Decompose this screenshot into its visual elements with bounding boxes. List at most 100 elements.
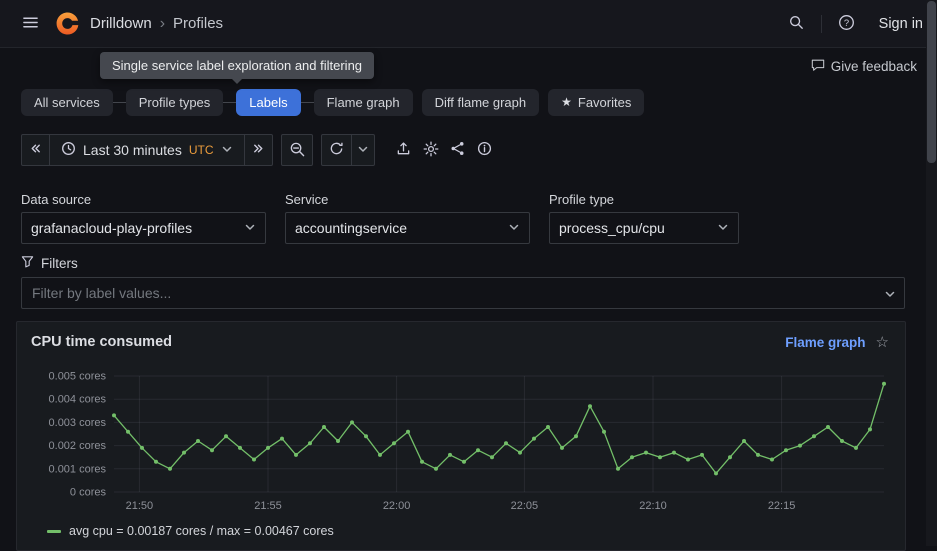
filters-header: Filters: [21, 255, 921, 271]
zoom-out-icon: [289, 141, 305, 160]
tab-label: Favorites: [578, 95, 631, 110]
svg-text:22:05: 22:05: [511, 500, 539, 512]
clock-icon: [61, 141, 76, 159]
timezone-label: UTC: [189, 143, 214, 157]
tab-all-services[interactable]: All services: [21, 89, 113, 116]
filters-label: Filters: [41, 256, 78, 271]
hamburger-icon: [22, 14, 39, 34]
refresh-icon: [329, 141, 344, 159]
nav-divider: [821, 15, 822, 33]
chevron-right-icon: ›: [160, 16, 165, 32]
filter-input[interactable]: [21, 277, 905, 309]
svg-text:22:00: 22:00: [383, 500, 411, 512]
export-button[interactable]: [391, 134, 417, 166]
double-chevron-right-icon: [252, 142, 265, 158]
profile-type-label: Profile type: [549, 192, 739, 207]
panel-title: CPU time consumed: [31, 334, 172, 350]
share-icon: [450, 141, 465, 159]
time-range-picker[interactable]: Last 30 minutes UTC: [49, 134, 245, 166]
svg-text:0.004 cores: 0.004 cores: [49, 394, 107, 406]
svg-text:?: ?: [844, 17, 849, 28]
svg-text:21:55: 21:55: [254, 500, 282, 512]
refresh-interval-dropdown[interactable]: [351, 134, 375, 166]
info-icon: [477, 141, 492, 159]
service-select[interactable]: accountingservice: [285, 212, 530, 244]
tab-connector: [223, 102, 236, 103]
sub-header-row: Single service label exploration and fil…: [0, 48, 937, 88]
scrollbar-thumb[interactable]: [927, 1, 936, 163]
tab-label: Profile types: [139, 95, 211, 110]
star-icon: ★: [561, 96, 572, 108]
favorite-star-icon[interactable]: ☆: [876, 335, 889, 350]
flame-graph-link[interactable]: Flame graph: [785, 335, 865, 350]
profile-type-value: process_cpu/cpu: [559, 220, 665, 236]
comment-icon: [811, 58, 825, 75]
time-toolbar: Last 30 minutes UTC: [21, 134, 921, 166]
service-label: Service: [285, 192, 530, 207]
chevron-down-icon: [244, 220, 256, 236]
cpu-time-panel: CPU time consumed Flame graph ☆ 0.005 co…: [16, 321, 906, 551]
profile-type-select[interactable]: process_cpu/cpu: [549, 212, 739, 244]
cpu-time-chart[interactable]: 0.005 cores 0.004 cores 0.003 cores 0.002 c…: [30, 352, 892, 522]
chevron-down-icon: [508, 220, 520, 236]
tab-connector: [113, 102, 126, 103]
help-icon: ?: [838, 14, 855, 34]
data-source-select[interactable]: grafanacloud-play-profiles: [21, 212, 266, 244]
filter-input-wrap: [21, 277, 905, 309]
chevron-down-icon: [357, 143, 369, 158]
data-source-value: grafanacloud-play-profiles: [31, 220, 192, 236]
tab-profile-types[interactable]: Profile types: [126, 89, 224, 116]
panel-header: CPU time consumed Flame graph ☆: [17, 322, 905, 352]
tab-label: Labels: [249, 95, 287, 110]
breadcrumb-drilldown[interactable]: Drilldown: [90, 15, 152, 32]
legend-text: avg cpu = 0.00187 cores / max = 0.00467 …: [69, 524, 334, 538]
svg-text:0.005 cores: 0.005 cores: [49, 371, 107, 383]
svg-text:0 cores: 0 cores: [70, 487, 107, 499]
time-shift-back-button[interactable]: [21, 134, 50, 166]
breadcrumb: Drilldown › Profiles: [90, 15, 223, 32]
svg-text:0.001 cores: 0.001 cores: [49, 463, 107, 475]
labels-tooltip: Single service label exploration and fil…: [100, 52, 374, 79]
tab-labels[interactable]: Labels: [236, 89, 300, 116]
tab-diff-flame-graph[interactable]: Diff flame graph: [422, 89, 540, 116]
time-range-label: Last 30 minutes: [83, 142, 182, 158]
svg-text:22:10: 22:10: [639, 500, 667, 512]
svg-text:0.003 cores: 0.003 cores: [49, 417, 107, 429]
time-shift-forward-button[interactable]: [244, 134, 273, 166]
settings-button[interactable]: [418, 134, 444, 166]
scrollbar[interactable]: [926, 0, 937, 546]
legend-series-swatch: [47, 530, 61, 533]
search-button[interactable]: [780, 8, 812, 40]
grafana-logo[interactable]: [54, 10, 81, 37]
svg-text:21:50: 21:50: [126, 500, 154, 512]
sign-in-link[interactable]: Sign in: [879, 16, 923, 32]
help-button[interactable]: ?: [831, 8, 863, 40]
query-controls: Data source grafanacloud-play-profiles S…: [21, 192, 921, 244]
top-nav: Drilldown › Profiles ? Sign in: [0, 0, 937, 48]
chevron-down-icon: [884, 287, 896, 303]
export-icon: [396, 141, 411, 159]
share-button[interactable]: [445, 134, 471, 166]
filter-icon: [21, 255, 34, 271]
panel-action-icons: [391, 134, 498, 166]
svg-text:22:15: 22:15: [768, 500, 796, 512]
menu-toggle-button[interactable]: [14, 8, 46, 40]
tab-label: Diff flame graph: [435, 95, 527, 110]
tab-flame-graph[interactable]: Flame graph: [314, 89, 413, 116]
give-feedback-link[interactable]: Give feedback: [811, 58, 917, 75]
double-chevron-left-icon: [29, 142, 42, 158]
tab-label: All services: [34, 95, 100, 110]
service-value: accountingservice: [295, 220, 407, 236]
tab-label: Flame graph: [327, 95, 400, 110]
zoom-out-button[interactable]: [281, 134, 313, 166]
svg-text:0.002 cores: 0.002 cores: [49, 440, 107, 452]
refresh-button[interactable]: [321, 134, 352, 166]
tab-connector: [301, 102, 314, 103]
search-icon: [788, 14, 804, 33]
breadcrumb-profiles[interactable]: Profiles: [173, 15, 223, 32]
info-button[interactable]: [472, 134, 498, 166]
give-feedback-label: Give feedback: [831, 59, 917, 74]
chevron-down-icon: [717, 220, 729, 236]
tab-favorites[interactable]: ★ Favorites: [548, 89, 644, 116]
exploration-tabs: All services Profile types Labels Flame gra…: [0, 88, 937, 116]
